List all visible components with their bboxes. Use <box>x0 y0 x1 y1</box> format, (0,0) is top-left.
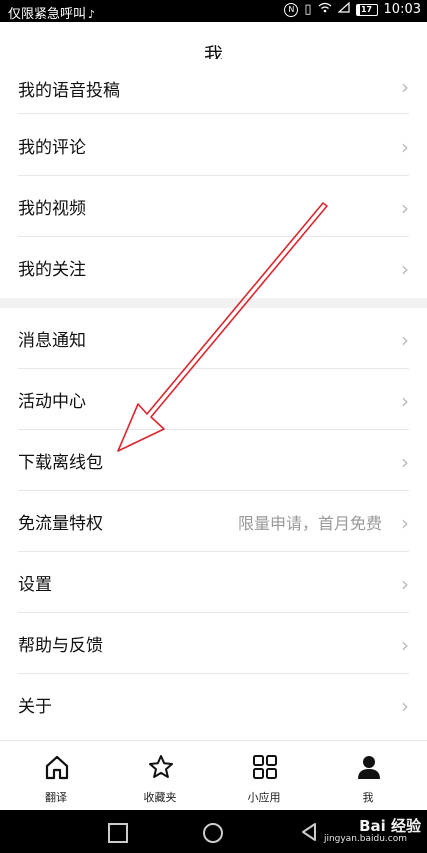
chevron-right-icon: › <box>401 572 409 596</box>
menu-item-label: 我的关注 <box>18 260 86 280</box>
back-icon[interactable] <box>300 822 318 842</box>
bottom-tab-bar: 翻译 收藏夹 小应用 我 <box>0 740 427 811</box>
menu-item-my-videos[interactable]: 我的视频 › <box>0 176 427 237</box>
menu-item-free-data[interactable]: 免流量特权 限量申请，首月免费 › <box>0 491 427 552</box>
menu-item-notifications[interactable]: 消息通知 › <box>0 308 427 369</box>
menu-item-label: 我的视频 <box>18 199 86 219</box>
status-bar: 仅限紧急呼叫 ♪ N ▯ 17 10:03 <box>0 0 427 22</box>
user-icon <box>358 756 380 779</box>
menu-item-activity-center[interactable]: 活动中心 › <box>0 369 427 430</box>
chevron-right-icon: › <box>401 135 409 159</box>
tab-label: 我 <box>362 791 374 804</box>
chevron-right-icon: › <box>401 196 409 220</box>
clock: 10:03 <box>383 2 421 17</box>
chevron-right-icon: › <box>401 633 409 657</box>
menu-item-value: 限量申请，首月免费 <box>237 514 382 533</box>
tab-mini-apps[interactable]: 小应用 <box>211 741 317 811</box>
home-button-icon[interactable] <box>203 823 223 843</box>
menu-item-about[interactable]: 关于 › <box>0 674 427 735</box>
tab-label: 小应用 <box>247 791 281 804</box>
menu-item-my-follows[interactable]: 我的关注 › <box>0 237 427 298</box>
chevron-right-icon: › <box>401 389 409 413</box>
tab-label: 收藏夹 <box>143 791 177 804</box>
chevron-right-icon: › <box>401 257 409 281</box>
menu-item-label: 帮助与反馈 <box>18 636 103 656</box>
menu-item-label: 关于 <box>18 697 52 717</box>
menu-item-offline-packages[interactable]: 下载离线包 › <box>0 430 427 491</box>
tiktok-icon: ♪ <box>88 8 96 21</box>
carrier-text: 仅限紧急呼叫 ♪ <box>8 7 96 22</box>
hd-icon: N <box>284 2 299 17</box>
chevron-right-icon: › <box>401 450 409 474</box>
star-icon <box>149 755 173 778</box>
menu-item-label: 消息通知 <box>18 331 86 351</box>
menu-item-label: 下载离线包 <box>18 453 103 473</box>
home-icon <box>45 755 69 780</box>
divider <box>18 113 409 114</box>
menu-item-label: 活动中心 <box>18 392 86 412</box>
battery-icon: 17 <box>355 3 378 16</box>
chevron-right-icon: › <box>401 511 409 535</box>
status-icons: N ▯ 17 10:03 <box>284 1 421 17</box>
chevron-right-icon: › <box>401 328 409 352</box>
chevron-right-icon: › <box>401 75 409 99</box>
tab-label: 翻译 <box>45 791 67 804</box>
recent-apps-icon[interactable] <box>108 823 128 843</box>
menu-item-my-comments[interactable]: 我的评论 › <box>0 115 427 176</box>
menu-item-voice-submissions[interactable]: 我的语音投稿 › <box>0 59 427 114</box>
section-separator <box>0 298 427 308</box>
menu-item-label: 设置 <box>18 575 52 595</box>
tab-me[interactable]: 我 <box>315 741 421 811</box>
signal-icon <box>336 1 350 17</box>
chevron-right-icon: › <box>401 694 409 718</box>
menu-item-help-feedback[interactable]: 帮助与反馈 › <box>0 613 427 674</box>
system-nav-bar: Bai 经验 jingyan.baidu.com <box>0 810 427 853</box>
tab-favorites[interactable]: 收藏夹 <box>107 741 213 811</box>
watermark-url: jingyan.baidu.com <box>323 834 407 844</box>
wifi-icon <box>318 2 332 17</box>
watermark: Bai 经验 <box>359 817 421 835</box>
menu-item-settings[interactable]: 设置 › <box>0 552 427 613</box>
menu-item-label: 免流量特权 <box>18 514 103 534</box>
tab-translate[interactable]: 翻译 <box>3 741 109 811</box>
vibrate-icon: ▯ <box>304 2 312 17</box>
menu-item-label: 我的评论 <box>18 138 86 158</box>
menu-item-label: 我的语音投稿 <box>18 81 120 101</box>
grid-icon <box>253 755 277 779</box>
